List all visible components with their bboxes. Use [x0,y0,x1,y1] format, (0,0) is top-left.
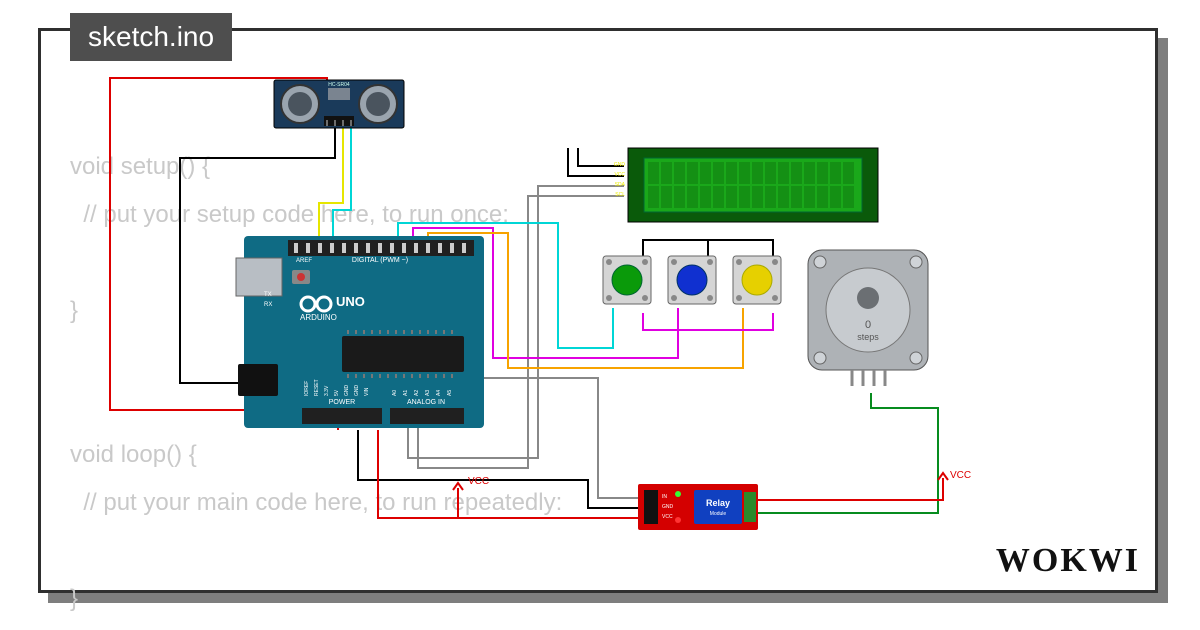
vcc-label-left: VCC [468,476,489,487]
pushbutton-green[interactable] [603,256,651,304]
svg-text:A3: A3 [425,390,431,396]
relay-label: Relay [706,498,730,508]
board-model: UNO [336,294,365,309]
circuit-canvas[interactable]: HC-SR04 DIGITAL (PWM ~) AREF [38,28,1158,593]
svg-text:RESET: RESET [314,379,320,396]
svg-text:A4: A4 [436,390,442,396]
svg-text:IOREF: IOREF [304,381,310,396]
relay-module[interactable]: Relay Module IN GND VCC [638,484,758,530]
pushbutton-yellow[interactable] [733,256,781,304]
analog-label: ANALOG IN [407,399,445,406]
hcsr04-sensor[interactable]: HC-SR04 [274,80,404,128]
svg-text:A5: A5 [447,390,453,396]
relay-sublabel: Module [710,511,727,517]
svg-text:A0: A0 [392,390,398,396]
lcd-display[interactable]: GND VCC SDA SCL [614,148,878,222]
aref-label: AREF [296,258,312,264]
svg-text:GND: GND [662,504,674,510]
board-brand: ARDUINO [300,313,337,322]
svg-text:GND: GND [614,162,626,168]
svg-text:A2: A2 [414,390,420,396]
file-tab[interactable]: sketch.ino [70,13,232,61]
svg-text:VCC: VCC [662,514,673,520]
svg-text:A1: A1 [403,390,409,396]
hcsr04-label: HC-SR04 [328,82,350,88]
stepper-count: 0 [865,319,871,331]
stepper-motor[interactable]: 0 steps [808,250,928,386]
arduino-uno[interactable]: DIGITAL (PWM ~) AREF [236,236,484,428]
svg-text:VIN: VIN [364,387,370,396]
svg-text:3.3V: 3.3V [324,385,330,396]
svg-text:SDA: SDA [615,182,626,188]
vcc-label-right: VCC [950,470,971,481]
svg-text:5V: 5V [334,389,340,396]
digital-label: DIGITAL (PWM ~) [352,257,408,264]
svg-text:GND: GND [354,385,360,397]
svg-text:IN: IN [662,494,667,500]
stepper-unit: steps [857,332,879,342]
svg-text:GND: GND [344,385,350,397]
tx-label: TX [264,292,272,298]
svg-text:VCC: VCC [614,172,625,178]
wokwi-logo: WOKWI [996,542,1140,580]
pushbutton-blue[interactable] [668,256,716,304]
svg-text:SCL: SCL [615,192,625,198]
rx-label: RX [264,302,272,308]
power-label: POWER [329,399,355,406]
